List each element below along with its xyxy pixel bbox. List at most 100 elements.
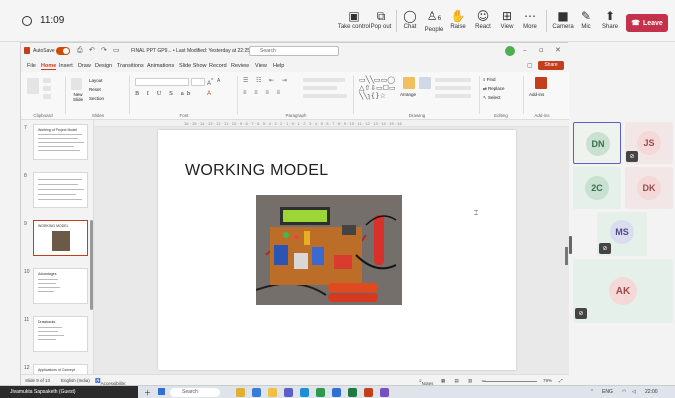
slide-title[interactable]: WORKING MODEL (185, 162, 328, 180)
teams-icon[interactable] (284, 388, 293, 397)
menu-transitions[interactable]: Transitions (117, 63, 144, 69)
text-direction-button[interactable] (303, 78, 345, 82)
ppt-share-button[interactable]: Share (538, 61, 564, 70)
fit-slide-icon[interactable]: ⤢ (559, 378, 563, 383)
task-view-icon[interactable] (252, 388, 261, 397)
leave-button[interactable]: ☎ Leave (626, 14, 668, 32)
app-icon[interactable] (380, 388, 389, 397)
comments-icon[interactable]: ▢ (527, 62, 533, 69)
redo-icon[interactable]: ↷ (101, 46, 107, 54)
quick-styles-icon[interactable] (419, 77, 431, 89)
font-name-select[interactable] (135, 78, 189, 86)
participant-tile-ak[interactable]: AK ⊘ (573, 259, 673, 323)
slide-thumbnail[interactable]: 12 Applications of Concept (24, 364, 88, 374)
file-explorer-icon[interactable] (268, 388, 277, 397)
word-icon[interactable] (332, 388, 341, 397)
new-slide-button[interactable]: New Slide (69, 92, 87, 102)
participant-tile-dn[interactable]: DN (573, 122, 621, 164)
widgets-icon[interactable] (236, 388, 245, 397)
menu-home[interactable]: Home (41, 63, 57, 70)
shape-effects-button[interactable] (435, 94, 471, 98)
font-color-icon[interactable]: A (207, 91, 211, 97)
language-status[interactable]: English (India) (61, 378, 90, 383)
section-button[interactable]: Section (89, 96, 104, 101)
wifi-icon[interactable]: ◠ (622, 389, 626, 395)
slide-thumbnail[interactable]: 10 Advantages (24, 268, 88, 304)
autosave-toggle[interactable] (56, 47, 70, 55)
share-button[interactable]: ⬆ Share (592, 8, 628, 30)
language-indicator[interactable]: ENG (602, 389, 613, 395)
menu-file[interactable]: File (27, 63, 36, 69)
tray-chevron-icon[interactable]: ⌃ (590, 389, 594, 395)
convert-smartart-button[interactable] (303, 94, 347, 98)
arrange-icon[interactable] (403, 77, 415, 89)
layout-button[interactable]: Layout (89, 78, 103, 83)
slide-thumbnail[interactable]: 8 (24, 172, 88, 208)
clock[interactable]: 22:00 (645, 389, 658, 395)
cut-icon[interactable] (43, 78, 51, 83)
file-name[interactable]: FINAL PPT GP9... • Last Modified: Yester… (131, 48, 250, 54)
align-text-button[interactable] (303, 86, 337, 90)
save-icon[interactable]: ⎙ (77, 46, 83, 55)
user-avatar[interactable] (505, 46, 515, 56)
font-format-icons[interactable]: B I U S ab (135, 91, 193, 97)
select-button[interactable]: ↖ Select (483, 95, 501, 101)
participant-tile-js[interactable]: JS ⊘ (625, 122, 673, 164)
reset-button[interactable]: Reset (89, 87, 101, 92)
slide-thumbnail-selected[interactable]: 9 WORKING MODEL (24, 220, 88, 256)
zoom-level[interactable]: 79% (543, 378, 552, 383)
shape-fill-button[interactable] (435, 78, 471, 82)
maximize-icon[interactable]: ▫ (539, 46, 544, 54)
font-grow-icon[interactable]: A^ (207, 78, 213, 87)
current-slide[interactable]: WORKING MODEL ⌶ (158, 130, 516, 370)
menu-draw[interactable]: Draw (78, 63, 91, 69)
more-button[interactable]: ⋯ More (512, 8, 548, 30)
thumbnails-scrollbar[interactable] (90, 220, 93, 310)
menu-view[interactable]: View (255, 63, 267, 69)
volume-icon[interactable]: ◁ (632, 389, 636, 395)
windows-start-icon[interactable] (158, 388, 165, 395)
menu-animations[interactable]: Animations (147, 63, 174, 69)
bullets-icons[interactable]: ☰ ☷ ⇤ ⇥ (243, 77, 290, 84)
font-size-select[interactable] (191, 78, 205, 86)
edge-icon[interactable] (300, 388, 309, 397)
present-icon[interactable]: ▭ (113, 46, 120, 54)
shape-outline-button[interactable] (435, 86, 471, 90)
menu-review[interactable]: Review (231, 63, 249, 69)
undo-icon[interactable]: ↶ (89, 46, 95, 54)
add-icon[interactable]: ＋ (144, 388, 151, 398)
chrome-icon[interactable] (316, 388, 325, 397)
working-model-photo[interactable] (256, 195, 402, 305)
replace-button[interactable]: ⇄ Replace (483, 86, 505, 92)
excel-icon[interactable] (348, 388, 357, 397)
participant-tile-dk[interactable]: DK (625, 167, 673, 209)
slide-scrollbar[interactable] (565, 247, 568, 265)
shapes-gallery-icon[interactable]: ▭╲╲▭▭◯ △⇧⇩▭☐▭ ╲╲ʅ{}☆ (359, 76, 396, 100)
close-icon[interactable]: ✕ (555, 46, 561, 54)
notes-button[interactable]: ≡ Notes (419, 378, 433, 386)
slide-thumbnail[interactable]: 7 Working of Project Model (24, 124, 88, 160)
menu-insert[interactable]: Insert (59, 63, 73, 69)
ppt-search-input[interactable]: Search (249, 46, 339, 56)
arrange-button[interactable]: Arrange (400, 92, 416, 97)
accessibility-status[interactable]: ♿ Accessibility: Investigate (95, 378, 126, 391)
find-button[interactable]: ⌕ Find (483, 77, 496, 82)
slide-thumbnail[interactable]: 11 Drawbacks (24, 316, 88, 352)
menu-slide-show[interactable]: Slide Show (179, 63, 207, 69)
align-icons[interactable]: ≡ ≡ ≡ ≡ (243, 90, 283, 96)
menu-record[interactable]: Record (209, 63, 227, 69)
paste-icon[interactable] (27, 78, 39, 94)
taskbar-search[interactable]: Search (170, 388, 220, 397)
menu-help[interactable]: Help (273, 63, 284, 69)
menu-design[interactable]: Design (95, 63, 112, 69)
powerpoint-icon[interactable] (364, 388, 373, 397)
format-painter-icon[interactable] (43, 94, 51, 99)
copy-icon[interactable] (43, 86, 51, 91)
participant-tile-ms[interactable]: MS ⊘ (597, 212, 647, 256)
addins-button[interactable]: Add-ins (529, 92, 544, 97)
minimize-icon[interactable]: – (523, 46, 527, 54)
new-slide-icon[interactable] (71, 78, 82, 90)
addins-icon[interactable] (535, 77, 547, 89)
participant-tile-2c[interactable]: 2C (573, 167, 621, 209)
zoom-slider[interactable] (483, 381, 537, 382)
